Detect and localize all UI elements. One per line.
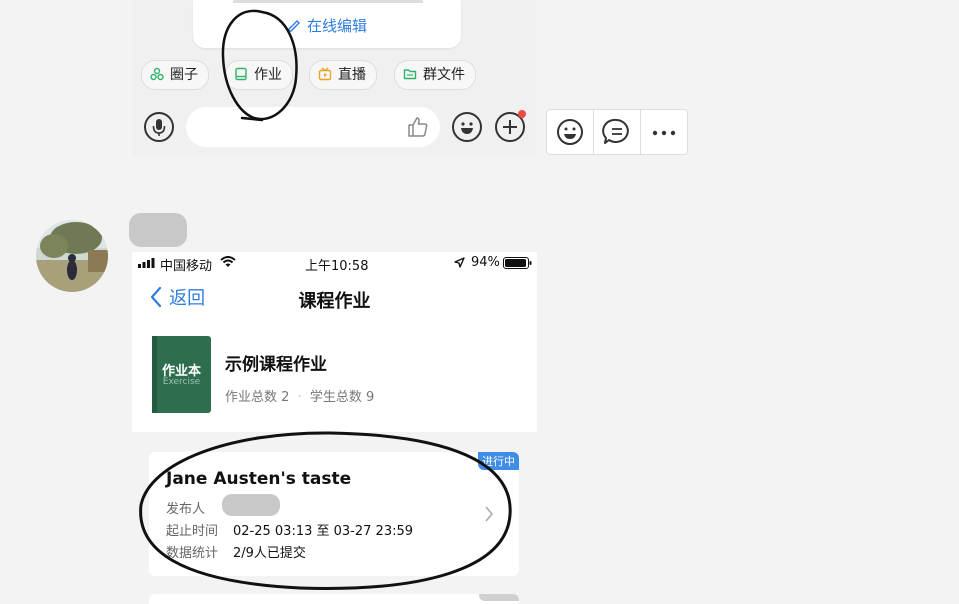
stats-value: 2/9人已提交 (233, 546, 306, 561)
message-action-toolbar (546, 109, 688, 155)
chip-group-files[interactable]: 群文件 (394, 60, 476, 90)
next-assignment-card[interactable] (149, 594, 519, 604)
plus-icon (503, 120, 517, 134)
cover-subtitle: Exercise (162, 377, 201, 387)
students-label: 学生总数 (309, 390, 362, 405)
comment-icon (602, 118, 629, 144)
battery-percent: 94% (471, 255, 500, 270)
notification-dot (518, 110, 526, 118)
microphone-icon (152, 119, 166, 136)
assignments-count: 2 (281, 390, 290, 405)
homework-icon (235, 67, 247, 81)
sender-name-redacted (129, 213, 187, 247)
publisher-name-redacted (222, 494, 280, 516)
chip-label: 圈子 (170, 67, 198, 83)
chip-label: 作业 (254, 67, 282, 83)
edit-online-link[interactable]: 在线编辑 (193, 15, 461, 36)
carrier-label: 中国移动 (160, 259, 213, 274)
status-bar: 中国移动 上午10:58 94% (132, 252, 537, 274)
next-status-badge (479, 594, 519, 601)
wifi-icon (220, 256, 236, 267)
compose-bar (132, 103, 536, 153)
thumbs-up-icon[interactable] (406, 115, 430, 139)
live-icon (318, 67, 332, 81)
chip-live[interactable]: 直播 (309, 60, 377, 90)
document-preview-text (233, 0, 423, 3)
publisher-label: 发布人 (166, 502, 206, 517)
message-input[interactable] (186, 107, 440, 147)
battery-icon (503, 257, 532, 269)
students-count: 9 (366, 390, 375, 405)
time-value: 02-25 03:13 至 03-27 23:59 (233, 524, 414, 539)
edit-icon (288, 20, 300, 32)
emoji-button[interactable] (452, 112, 482, 142)
time-label: 起止时间 (166, 524, 219, 539)
status-time: 上午10:58 (305, 259, 369, 274)
course-header[interactable]: 作业本 Exercise 示例课程作业 作业总数 2 · 学生总数 9 (132, 336, 537, 416)
voice-button[interactable] (144, 112, 174, 142)
avatar[interactable] (36, 220, 108, 292)
more-icon (652, 130, 676, 136)
assignment-card[interactable]: 进行中 Jane Austen's taste 发布人 起止时间 02-25 0… (149, 452, 519, 576)
document-card[interactable]: 在线编辑 (193, 0, 461, 48)
signal-icon (138, 258, 155, 268)
homework-screenshot[interactable]: 中国移动 上午10:58 94% 返回 课程作业 作业本 Exercise 示例… (132, 252, 537, 432)
circle-group-icon (150, 67, 164, 81)
course-cover: 作业本 Exercise (152, 336, 211, 413)
edit-online-label: 在线编辑 (306, 17, 367, 35)
chip-label: 群文件 (423, 67, 465, 83)
course-stats: 作业总数 2 · 学生总数 9 (225, 386, 374, 405)
chevron-right-icon (485, 506, 494, 522)
stats-separator: · (297, 390, 302, 405)
chip-homework[interactable]: 作业 (225, 60, 293, 90)
reply-button[interactable] (594, 110, 641, 154)
nav-bar: 返回 课程作业 (132, 280, 537, 316)
avatar-photo (36, 220, 108, 292)
status-badge: 进行中 (478, 452, 519, 470)
course-name: 示例课程作业 (225, 355, 327, 375)
react-emoji-button[interactable] (547, 110, 594, 154)
page-title: 课程作业 (298, 291, 371, 312)
chip-circle[interactable]: 圈子 (141, 60, 209, 90)
assignment-title: Jane Austen's taste (166, 469, 352, 489)
chip-label: 直播 (338, 67, 366, 83)
emoji-icon (461, 122, 473, 134)
location-icon (454, 257, 465, 268)
stats-label: 数据统计 (166, 546, 219, 561)
more-button[interactable] (641, 110, 688, 154)
assignments-label: 作业总数 (225, 390, 278, 405)
folder-icon (403, 69, 417, 80)
emoji-icon (557, 119, 583, 145)
